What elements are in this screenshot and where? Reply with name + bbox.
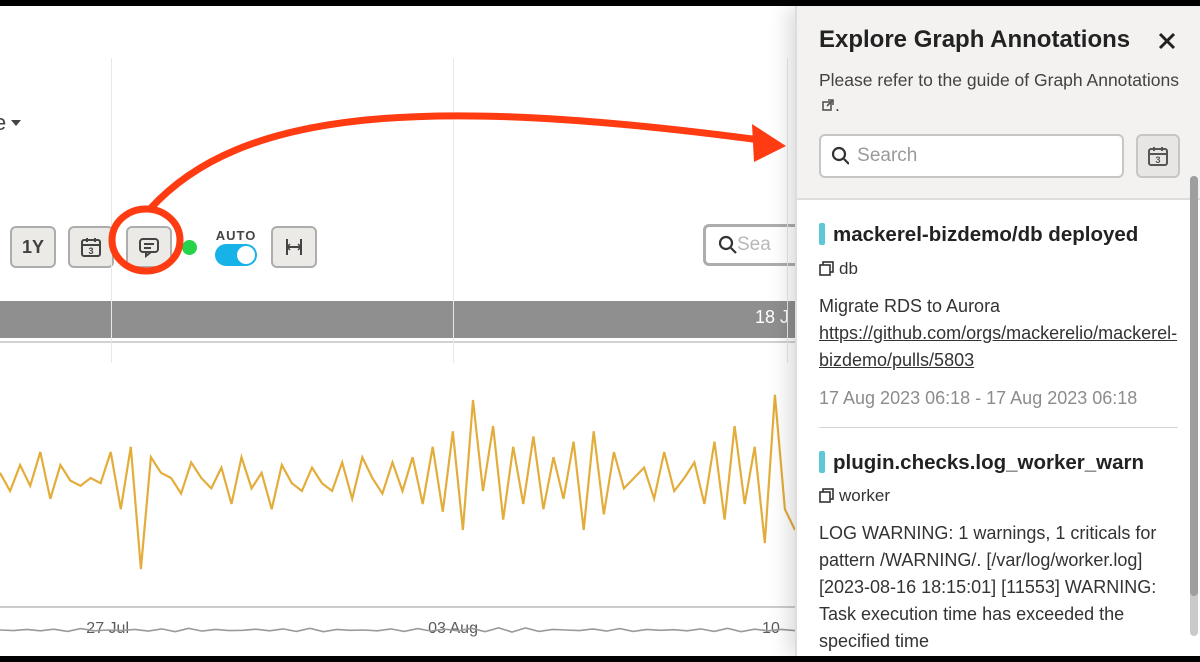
annotations-search-input[interactable] [857,145,1112,167]
drawer-body: mackerel-bizdemo/db deployed db Migrate … [797,200,1200,656]
status-dot [182,240,197,255]
close-button[interactable] [1154,28,1180,54]
date-range-strip: 18 J [0,301,795,338]
annotation-item[interactable]: mackerel-bizdemo/db deployed db Migrate … [819,200,1178,428]
search-icon [718,235,737,255]
calendar-icon: 3 [80,236,102,258]
annotation-title: plugin.checks.log_worker_warn [819,450,1178,477]
timeline-icon [283,236,305,258]
calendar-button[interactable]: 3 [68,226,114,268]
calendar-icon: 3 [1147,145,1169,167]
annotations-button[interactable] [126,226,172,268]
line-chart[interactable] [0,348,795,608]
chart-zone: 27 Jul03 Aug10 [0,338,795,636]
graph-search-input[interactable] [737,234,783,256]
speech-bubble-icon [138,236,160,258]
layers-icon [819,261,835,277]
annotation-description: LOG WARNING: 1 warnings, 1 criticals for… [819,520,1178,655]
annotations-search[interactable] [819,134,1124,178]
dropdown-stub[interactable]: e [0,110,22,136]
toolbar: 1Y 3 AUTO [0,224,795,270]
range-1y-button[interactable]: 1Y [10,226,56,268]
annotation-description: Migrate RDS to Aurora https://github.com… [819,293,1178,374]
range-label: 1Y [22,237,44,258]
drawer-header: Explore Graph Annotations Please refer t… [797,6,1200,200]
chevron-down-icon [10,117,22,129]
annotation-service: db [819,259,1178,279]
auto-label: AUTO [216,229,257,242]
external-link-icon [821,94,835,119]
scrollbar-thumb[interactable] [1190,176,1198,596]
annotations-drawer: Explore Graph Annotations Please refer t… [795,6,1200,656]
auto-refresh-toggle[interactable] [215,244,257,266]
drawer-subtitle: Please refer to the guide of Graph Annot… [819,68,1180,118]
svg-text:3: 3 [1155,155,1160,165]
close-icon [1158,32,1176,50]
annotation-service: worker [819,486,1178,506]
drawer-title: Explore Graph Annotations [819,26,1180,54]
full-range-button[interactable] [271,226,317,268]
annotation-item[interactable]: plugin.checks.log_worker_warn worker LOG… [819,428,1178,656]
main-area: e 1Y 3 AUTO [0,6,795,656]
annotation-title: mackerel-bizdemo/db deployed [819,222,1178,249]
graph-search[interactable] [703,224,795,266]
search-icon [831,146,849,166]
annotation-time: 17 Aug 2023 06:18 - 17 Aug 2023 06:18 [819,388,1178,409]
strip-right-date: 18 J [755,307,789,328]
annotation-link[interactable]: https://github.com/orgs/mackerelio/macke… [819,323,1177,370]
auto-refresh-group: AUTO [215,229,257,266]
scrollbar[interactable] [1190,176,1198,636]
date-filter-button[interactable]: 3 [1136,134,1180,178]
svg-text:3: 3 [89,246,94,256]
mini-chart[interactable] [0,616,795,644]
layers-icon [819,488,835,504]
